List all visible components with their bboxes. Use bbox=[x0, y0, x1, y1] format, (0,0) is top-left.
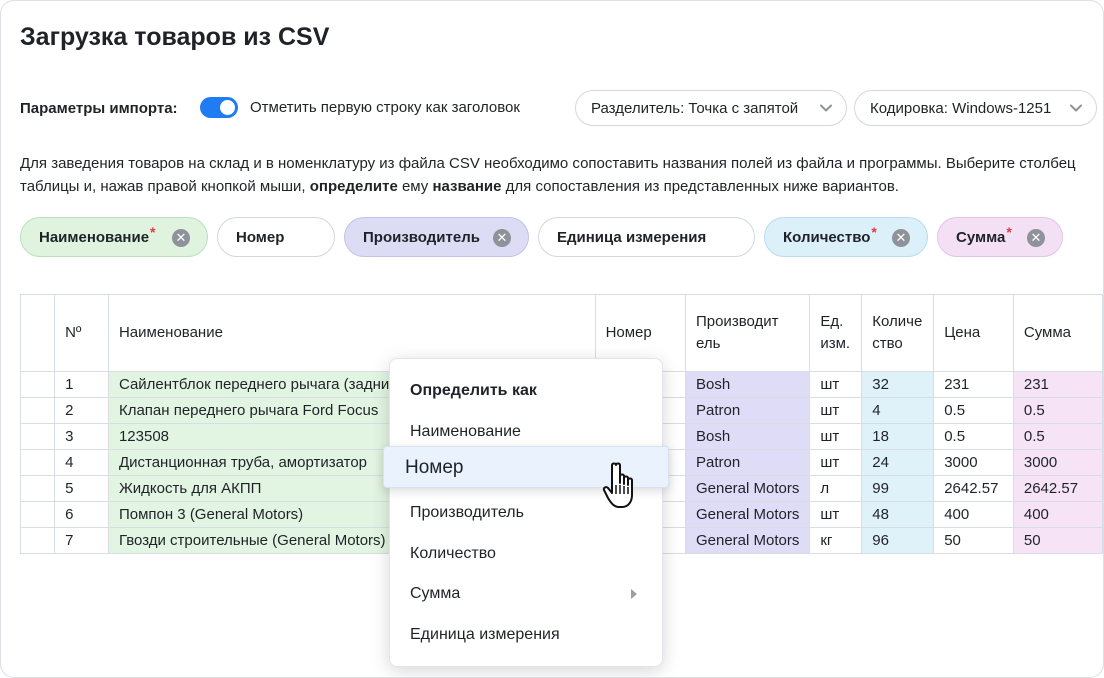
cell-manufacturer[interactable]: General Motors bbox=[684, 527, 811, 554]
import-params: Параметры импорта: bbox=[20, 93, 178, 123]
field-chip-name[interactable]: Наименование * ✕ bbox=[20, 217, 208, 257]
required-mark: * bbox=[150, 224, 156, 240]
row-handle-header bbox=[19, 294, 56, 372]
cell-quantity[interactable]: 99 bbox=[861, 475, 935, 502]
cell-sum[interactable]: 0.5 bbox=[1012, 423, 1103, 450]
cell-sum[interactable]: 0.5 bbox=[1012, 397, 1103, 424]
bold-define: определите bbox=[309, 178, 398, 195]
import-dialog: Загрузка товаров из CSV Параметры импорт… bbox=[0, 0, 1104, 678]
close-icon[interactable]: ✕ bbox=[892, 229, 910, 247]
column-header[interactable]: Производит ель bbox=[684, 294, 811, 372]
row-handle bbox=[19, 527, 56, 554]
cell-number[interactable]: 7 bbox=[54, 527, 109, 554]
toggle-knob bbox=[220, 100, 235, 115]
cell-manufacturer[interactable]: General Motors bbox=[684, 475, 811, 502]
row-handle bbox=[19, 371, 56, 398]
cell-price[interactable]: 0.5 bbox=[933, 397, 1014, 424]
field-chip-quantity[interactable]: Количество * ✕ bbox=[764, 217, 928, 257]
separator-select[interactable]: Разделитель: Точка с запятой bbox=[575, 90, 847, 126]
cell-price[interactable]: 50 bbox=[933, 527, 1014, 554]
cell-unit[interactable]: кг bbox=[809, 527, 863, 554]
cell-sum[interactable]: 400 bbox=[1012, 501, 1103, 528]
cell-quantity[interactable]: 24 bbox=[861, 449, 935, 476]
cell-number[interactable]: 5 bbox=[54, 475, 109, 502]
header-row-toggle[interactable] bbox=[200, 97, 238, 118]
cell-quantity[interactable]: 4 bbox=[861, 397, 935, 424]
field-chip-sum[interactable]: Сумма * ✕ bbox=[937, 217, 1063, 257]
cell-quantity[interactable]: 32 bbox=[861, 371, 935, 398]
cell-unit[interactable]: шт bbox=[809, 371, 863, 398]
row-handle bbox=[19, 449, 56, 476]
encoding-select[interactable]: Кодировка: Windows-1251 bbox=[854, 90, 1097, 126]
cell-quantity[interactable]: 96 bbox=[861, 527, 935, 554]
cell-manufacturer[interactable]: General Motors bbox=[684, 501, 811, 528]
close-icon[interactable]: ✕ bbox=[1027, 229, 1045, 247]
cell-number[interactable]: 3 bbox=[54, 423, 109, 450]
column-header[interactable]: Сумма bbox=[1012, 294, 1103, 372]
field-chip-unit[interactable]: Единица измерения bbox=[538, 217, 755, 257]
cell-price[interactable]: 400 bbox=[933, 501, 1014, 528]
column-header[interactable]: Nº bbox=[54, 294, 109, 372]
required-mark: * bbox=[1006, 224, 1012, 240]
row-handle bbox=[19, 397, 56, 424]
menu-item-name[interactable]: Наименование bbox=[410, 423, 521, 441]
row-handle bbox=[19, 423, 56, 450]
menu-item-quantity[interactable]: Количество bbox=[410, 545, 496, 563]
hand-pointer-icon bbox=[602, 462, 633, 508]
menu-item-sum[interactable]: Сумма bbox=[410, 585, 637, 603]
field-chip-manufacturer[interactable]: Производитель ✕ bbox=[344, 217, 529, 257]
cell-number[interactable]: 6 bbox=[54, 501, 109, 528]
cell-manufacturer[interactable]: Bosh bbox=[684, 423, 811, 450]
encoding-select-value: Кодировка: Windows-1251 bbox=[870, 99, 1052, 117]
page-title: Загрузка товаров из CSV bbox=[20, 23, 330, 51]
cell-number[interactable]: 1 bbox=[54, 371, 109, 398]
column-header[interactable]: Цена bbox=[933, 294, 1014, 372]
cell-price[interactable]: 231 bbox=[933, 371, 1014, 398]
cell-quantity[interactable]: 18 bbox=[861, 423, 935, 450]
cell-manufacturer[interactable]: Patron bbox=[684, 449, 811, 476]
column-header[interactable]: Количе ство bbox=[861, 294, 935, 372]
column-header[interactable]: Ед. изм. bbox=[809, 294, 863, 372]
chevron-down-icon bbox=[820, 104, 832, 112]
row-handle bbox=[19, 501, 56, 528]
cell-manufacturer[interactable]: Patron bbox=[684, 397, 811, 424]
cell-unit[interactable]: шт bbox=[809, 397, 863, 424]
params-label: Параметры импорта: bbox=[20, 99, 178, 117]
cell-number[interactable]: 4 bbox=[54, 449, 109, 476]
cell-price[interactable]: 3000 bbox=[933, 449, 1014, 476]
context-menu-title: Определить как bbox=[410, 382, 537, 399]
cell-sum[interactable]: 231 bbox=[1012, 371, 1103, 398]
separator-select-value: Разделитель: Точка с запятой bbox=[591, 99, 799, 117]
row-handle bbox=[19, 475, 56, 502]
cell-price[interactable]: 0.5 bbox=[933, 423, 1014, 450]
header-toggle-label[interactable]: Отметить первую строку как заголовок bbox=[250, 99, 520, 116]
cell-quantity[interactable]: 48 bbox=[861, 501, 935, 528]
cell-unit[interactable]: шт bbox=[809, 501, 863, 528]
cell-sum[interactable]: 3000 bbox=[1012, 449, 1103, 476]
cell-price[interactable]: 2642.57 bbox=[933, 475, 1014, 502]
cell-sum[interactable]: 50 bbox=[1012, 527, 1103, 554]
cell-unit[interactable]: шт bbox=[809, 423, 863, 450]
cell-unit[interactable]: шт bbox=[809, 449, 863, 476]
cell-manufacturer[interactable]: Bosh bbox=[684, 371, 811, 398]
cell-unit[interactable]: л bbox=[809, 475, 863, 502]
chevron-right-icon bbox=[631, 589, 637, 599]
cell-number[interactable]: 2 bbox=[54, 397, 109, 424]
menu-item-manufacturer[interactable]: Производитель bbox=[410, 504, 524, 522]
cell-sum[interactable]: 2642.57 bbox=[1012, 475, 1103, 502]
field-chip-number[interactable]: Номер bbox=[217, 217, 335, 257]
instructions-text: Для заведения товаров на склад и в номен… bbox=[20, 155, 1076, 195]
menu-item-unit[interactable]: Единица измерения bbox=[410, 626, 560, 644]
chevron-down-icon bbox=[1070, 104, 1082, 112]
close-icon[interactable]: ✕ bbox=[172, 229, 190, 247]
required-mark: * bbox=[871, 224, 877, 240]
close-icon[interactable]: ✕ bbox=[493, 229, 511, 247]
bold-name: название bbox=[432, 178, 502, 195]
